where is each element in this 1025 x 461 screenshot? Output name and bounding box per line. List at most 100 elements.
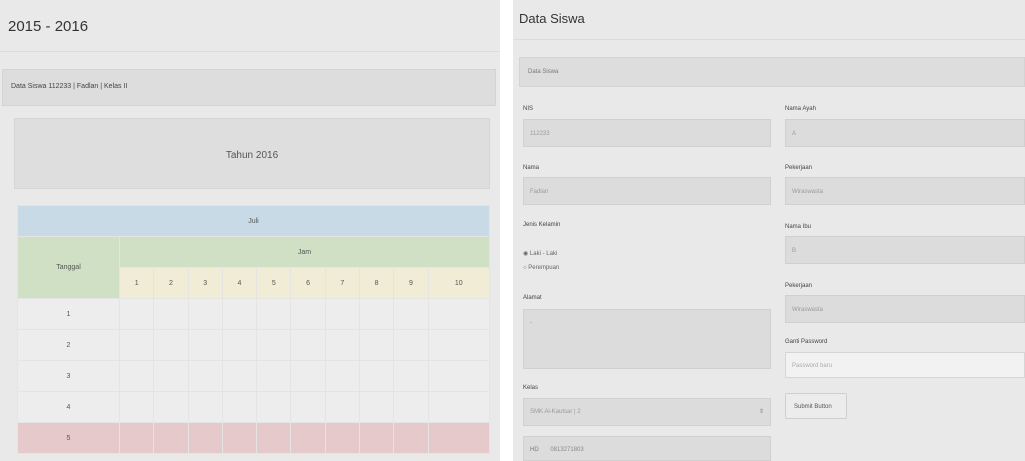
attendance-cell[interactable] (221, 422, 258, 454)
breadcrumb: Data Siswa 112233 | Fadlan | Kelas II (2, 69, 496, 106)
page-title: 2015 - 2016 (0, 0, 500, 52)
submit-button[interactable]: Submit Button (785, 393, 847, 419)
ibu-label: Nama Ibu (785, 224, 812, 230)
attendance-cell[interactable] (290, 422, 326, 454)
attendance-cell[interactable] (221, 391, 258, 423)
jam-col-header: 2 (153, 267, 189, 299)
gender-option-male[interactable]: ◉ Laki - Laki (523, 250, 557, 257)
ayah-label: Nama Ayah (785, 106, 816, 112)
gender-option-label: Laki - Laki (529, 251, 558, 257)
attendance-cell[interactable] (324, 298, 360, 330)
attendance-cell[interactable] (427, 422, 491, 454)
attendance-cell[interactable] (256, 298, 292, 330)
attendance-cell[interactable] (187, 329, 223, 361)
attendance-cell[interactable] (153, 329, 189, 361)
table-row: 1 (17, 298, 491, 330)
student-form-panel: Data Siswa Data Siswa NIS 112233 Nama Fa… (513, 0, 1025, 461)
date-cell: 2 (17, 329, 120, 361)
attendance-cell[interactable] (221, 329, 258, 361)
nama-field[interactable]: Fadlan (523, 177, 771, 205)
attendance-cell[interactable] (118, 298, 155, 330)
attendance-cell[interactable] (290, 329, 326, 361)
table-row: 3 (17, 360, 491, 392)
attendance-cell[interactable] (118, 422, 155, 454)
ayah-field[interactable]: A (785, 119, 1025, 147)
gender-option-label: Perempuan (528, 265, 560, 271)
phone-value: 0813271803 (550, 447, 584, 453)
phone-field[interactable]: HD 0813271803 (523, 436, 771, 461)
alamat-label: Alamat (523, 295, 542, 301)
kelas-select[interactable]: SMK Al-Kautsar | 2 ⇕ (523, 398, 771, 426)
attendance-cell[interactable] (221, 360, 258, 392)
jam-col-header: 9 (393, 267, 429, 299)
attendance-cell[interactable] (324, 329, 360, 361)
attendance-cell[interactable] (358, 391, 395, 423)
attendance-cell[interactable] (427, 329, 491, 361)
attendance-cell[interactable] (118, 329, 155, 361)
attendance-cell[interactable] (256, 391, 292, 423)
attendance-cell[interactable] (118, 360, 155, 392)
attendance-cell[interactable] (324, 422, 360, 454)
attendance-cell[interactable] (187, 298, 223, 330)
kelas-select-value: SMK Al-Kautsar | 2 (530, 409, 581, 415)
nis-field[interactable]: 112233 (523, 119, 771, 147)
attendance-cell[interactable] (393, 329, 429, 361)
tanggal-header: Tanggal (17, 236, 120, 299)
attendance-cell[interactable] (393, 391, 429, 423)
pekerjaan-ibu-label: Pekerjaan (785, 283, 813, 289)
attendance-table: Juli Tanggal Jam 1 2 3 4 5 6 7 8 9 10 1 … (17, 205, 491, 454)
attendance-cell[interactable] (358, 360, 395, 392)
attendance-cell[interactable] (290, 298, 326, 330)
date-cell: 1 (17, 298, 120, 330)
kelas-label: Kelas (523, 385, 539, 391)
jam-col-header: 8 (358, 267, 395, 299)
attendance-cell[interactable] (393, 298, 429, 330)
year-heading: Tahun 2016 (14, 118, 490, 189)
jam-col-header: 6 (290, 267, 326, 299)
attendance-cell[interactable] (153, 391, 189, 423)
jam-col-header: 10 (427, 267, 491, 299)
attendance-cell[interactable] (153, 298, 189, 330)
breadcrumb: Data Siswa (519, 57, 1025, 87)
table-row: 5 (17, 422, 491, 454)
chevron-updown-icon: ⇕ (758, 409, 764, 415)
attendance-cell[interactable] (187, 422, 223, 454)
ibu-field[interactable]: B (785, 236, 1025, 264)
attendance-cell[interactable] (153, 422, 189, 454)
password-input[interactable]: Password baru (785, 352, 1025, 378)
pekerjaan-ibu-field[interactable]: Wiraswasta (785, 295, 1025, 323)
jam-col-header: 1 (118, 267, 155, 299)
attendance-cell[interactable] (427, 298, 491, 330)
attendance-cell[interactable] (358, 329, 395, 361)
attendance-cell[interactable] (358, 298, 395, 330)
attendance-cell[interactable] (221, 298, 258, 330)
attendance-cell[interactable] (187, 360, 223, 392)
jam-col-header: 4 (221, 267, 258, 299)
table-row: 4 (17, 391, 491, 423)
attendance-cell[interactable] (256, 360, 292, 392)
pekerjaan-ayah-field[interactable]: Wiraswasta (785, 177, 1025, 205)
attendance-cell[interactable] (187, 391, 223, 423)
jam-col-header: 7 (324, 267, 360, 299)
gender-option-female[interactable]: ○ Perempuan (523, 265, 559, 271)
pekerjaan-ayah-label: Pekerjaan (785, 165, 813, 171)
attendance-cell[interactable] (290, 391, 326, 423)
attendance-cell[interactable] (324, 360, 360, 392)
gender-label: Jenis Kelamin (523, 222, 561, 228)
alamat-textarea[interactable]: - (523, 309, 771, 369)
attendance-cell[interactable] (256, 329, 292, 361)
attendance-panel: 2015 - 2016 Data Siswa 112233 | Fadlan |… (0, 0, 500, 461)
attendance-cell[interactable] (393, 422, 429, 454)
attendance-cell[interactable] (324, 391, 360, 423)
phone-prefix: HD (530, 447, 539, 453)
attendance-cell[interactable] (358, 422, 395, 454)
attendance-cell[interactable] (427, 391, 491, 423)
attendance-cell[interactable] (427, 360, 491, 392)
attendance-cell[interactable] (118, 391, 155, 423)
radio-icon: ◉ (523, 251, 529, 257)
attendance-cell[interactable] (153, 360, 189, 392)
attendance-cell[interactable] (290, 360, 326, 392)
attendance-cell[interactable] (393, 360, 429, 392)
password-label: Ganti Password (785, 339, 828, 345)
attendance-cell[interactable] (256, 422, 292, 454)
